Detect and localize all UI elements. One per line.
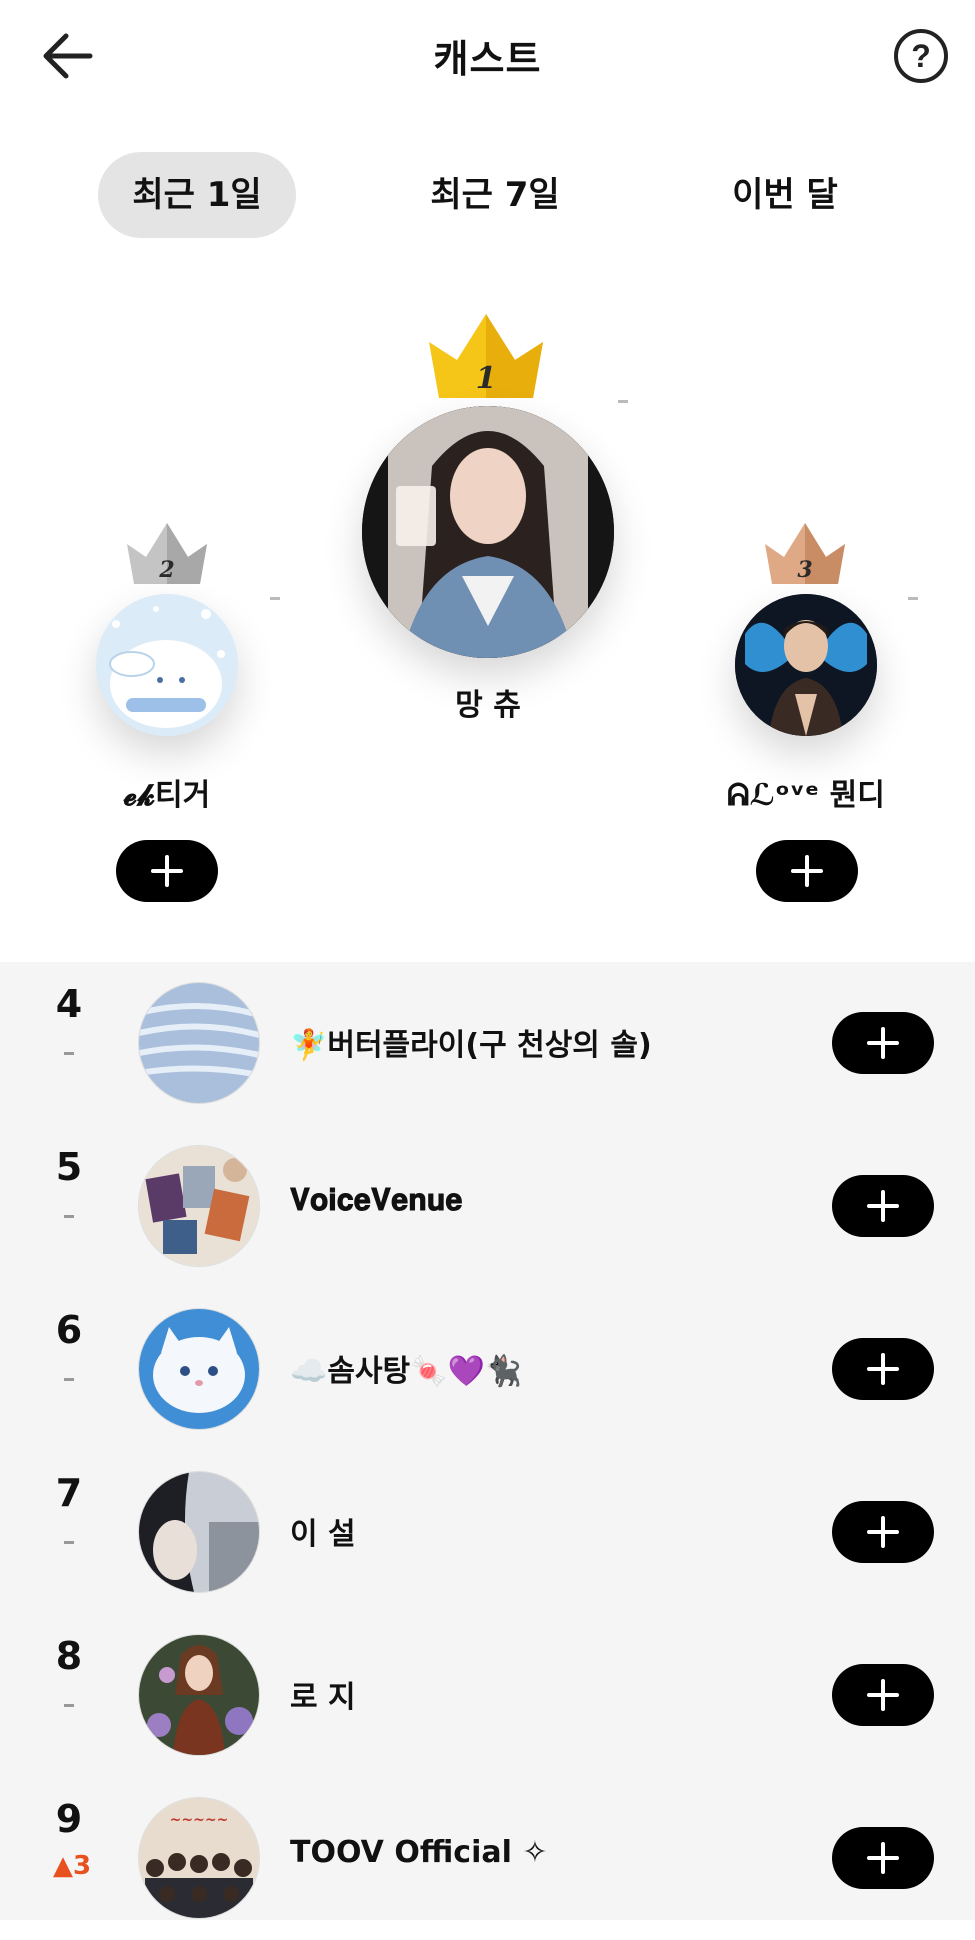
first-rank-number: 1 — [476, 361, 497, 396]
list-item[interactable]: 6 ☁️솜사탕🍬💜🐈‍⬛ — [0, 1288, 975, 1451]
rank-number: 5 — [55, 1145, 83, 1189]
rank-number: 8 — [55, 1634, 83, 1678]
user-name: TOOV Official ✧ — [290, 1835, 548, 1870]
rank-change-indicator — [64, 1215, 74, 1218]
plus-icon — [791, 855, 823, 887]
help-button[interactable]: ? — [893, 28, 949, 84]
second-change-indicator — [270, 597, 280, 600]
list-item[interactable]: 7 이 설 — [0, 1451, 975, 1614]
rank-number: 6 — [55, 1308, 83, 1352]
third-rank-number: 3 — [797, 557, 812, 583]
third-name: ᕱℒᵒᵛᵉ 뭔디 — [727, 778, 885, 813]
list-item[interactable]: 5 𝐕𝐨𝐢𝐜𝐞𝐕𝐞𝐧𝐮𝐞 — [0, 1125, 975, 1288]
first-avatar[interactable] — [362, 406, 614, 658]
second-follow-button[interactable] — [116, 840, 218, 902]
follow-button[interactable] — [832, 1664, 934, 1726]
plus-icon — [867, 1516, 899, 1548]
question-circle-icon: ? — [894, 29, 948, 83]
period-tabs: 최근 1일 최근 7일 이번 달 — [0, 152, 975, 238]
avatar[interactable]: ~~~~~ — [138, 1797, 260, 1919]
user-name: 𝐕𝐨𝐢𝐜𝐞𝐕𝐞𝐧𝐮𝐞 — [290, 1183, 463, 1218]
svg-text:?: ? — [911, 38, 931, 74]
list-item[interactable]: 4 🧚버터플라이(구 천상의 솔) — [0, 962, 975, 1125]
list-item[interactable]: 9 ▲3 ~~~~~ TOOV Official ✧ — [0, 1777, 975, 1940]
top-three-podium: 1 망 츄 2 𝓮𝓴티거 3 ᕱℒᵒᵛᵉ 뭔디 — [0, 240, 975, 962]
first-name: 망 츄 — [455, 688, 521, 723]
avatar[interactable] — [138, 1308, 260, 1430]
tab-recent-1-day[interactable]: 최근 1일 — [98, 152, 296, 238]
third-follow-button[interactable] — [756, 840, 858, 902]
user-name: 🧚버터플라이(구 천상의 솔) — [290, 1028, 652, 1063]
rank-change-indicator — [64, 1378, 74, 1381]
user-name: 이 설 — [290, 1517, 356, 1552]
plus-icon — [867, 1842, 899, 1874]
first-change-indicator — [618, 400, 628, 403]
third-avatar[interactable] — [735, 594, 877, 736]
bronze-crown-icon: 3 — [765, 523, 845, 584]
user-name: 로 지 — [290, 1680, 356, 1715]
plus-icon — [867, 1190, 899, 1222]
avatar[interactable] — [138, 1471, 260, 1593]
rank-change-indicator — [64, 1541, 74, 1544]
tab-recent-7-days[interactable]: 최근 7일 — [395, 152, 595, 238]
avatar[interactable] — [138, 1634, 260, 1756]
second-rank-number: 2 — [158, 557, 174, 583]
rank-up-indicator: ▲3 — [52, 1851, 92, 1881]
second-avatar[interactable] — [96, 594, 238, 736]
follow-button[interactable] — [832, 1338, 934, 1400]
rank-change-indicator — [64, 1704, 74, 1707]
page-title: 캐스트 — [433, 37, 542, 81]
svg-text:~~~~~: ~~~~~ — [170, 1812, 229, 1828]
gold-crown-icon: 1 — [429, 314, 543, 398]
header: 캐스트 ? — [0, 0, 975, 110]
list-item[interactable]: 8 로 지 — [0, 1614, 975, 1777]
plus-icon — [867, 1027, 899, 1059]
third-change-indicator — [908, 597, 918, 600]
tab-this-month[interactable]: 이번 달 — [688, 152, 882, 238]
second-name: 𝓮𝓴티거 — [123, 778, 211, 813]
follow-button[interactable] — [832, 1012, 934, 1074]
follow-button[interactable] — [832, 1827, 934, 1889]
rank-number: 4 — [55, 982, 83, 1026]
avatar[interactable] — [138, 982, 260, 1104]
avatar[interactable] — [138, 1145, 260, 1267]
plus-icon — [151, 855, 183, 887]
follow-button[interactable] — [832, 1501, 934, 1563]
rank-number: 7 — [55, 1471, 83, 1515]
ranking-list: 4 🧚버터플라이(구 천상의 솔) 5 𝐕𝐨𝐢𝐜𝐞𝐕𝐞𝐧𝐮𝐞 6 ☁️솜사탕🍬💜… — [0, 962, 975, 1920]
silver-crown-icon: 2 — [127, 523, 207, 584]
follow-button[interactable] — [832, 1175, 934, 1237]
plus-icon — [867, 1353, 899, 1385]
plus-icon — [867, 1679, 899, 1711]
rank-number: 9 — [55, 1797, 83, 1841]
user-name: ☁️솜사탕🍬💜🐈‍⬛ — [290, 1354, 523, 1389]
rank-change-indicator — [64, 1052, 74, 1055]
